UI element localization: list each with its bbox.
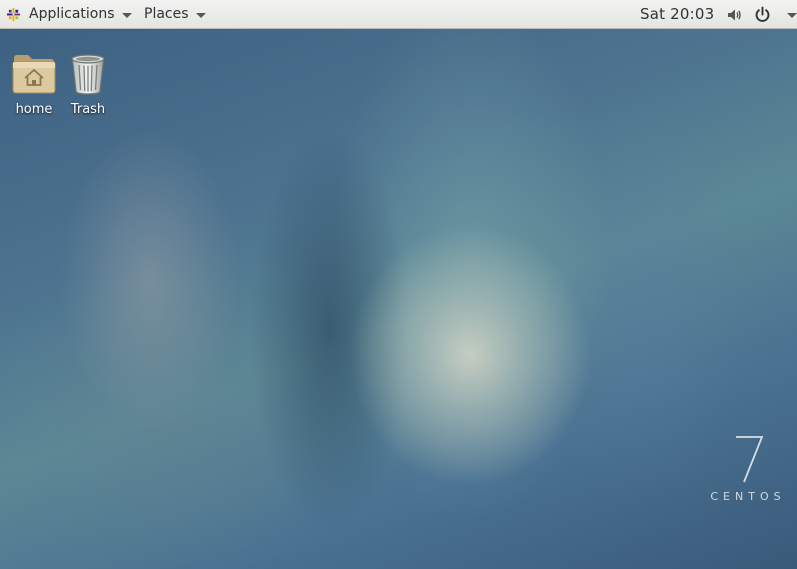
power-icon[interactable] — [754, 6, 771, 23]
desktop-item-label: Trash — [70, 102, 106, 117]
centos-watermark: CENTOS — [706, 430, 790, 510]
applications-menu[interactable]: Applications — [6, 0, 132, 29]
applications-menu-label: Applications — [29, 6, 115, 22]
places-menu[interactable]: Places — [144, 0, 206, 29]
centos-logo-icon — [6, 7, 21, 22]
chevron-down-icon — [121, 12, 132, 18]
desktop-item-home[interactable]: home — [4, 52, 64, 118]
centos-wordmark: CENTOS — [710, 490, 786, 503]
version-number-seven — [736, 436, 764, 483]
clock[interactable]: Sat 20:03 — [640, 0, 714, 29]
top-bar: Applications Places Sat 20:03 — [0, 0, 797, 29]
home-folder-icon — [12, 55, 56, 94]
desktop-item-trash[interactable]: Trash — [58, 52, 118, 118]
places-menu-label: Places — [144, 6, 189, 22]
chevron-down-icon — [787, 13, 797, 18]
desktop-item-label: home — [15, 102, 53, 117]
speaker-volume-icon[interactable] — [726, 7, 742, 23]
chevron-down-icon — [195, 12, 206, 18]
desktop-background[interactable]: Applications Places Sat 20:03 home Trash… — [0, 0, 797, 569]
trash-icon — [71, 54, 105, 95]
